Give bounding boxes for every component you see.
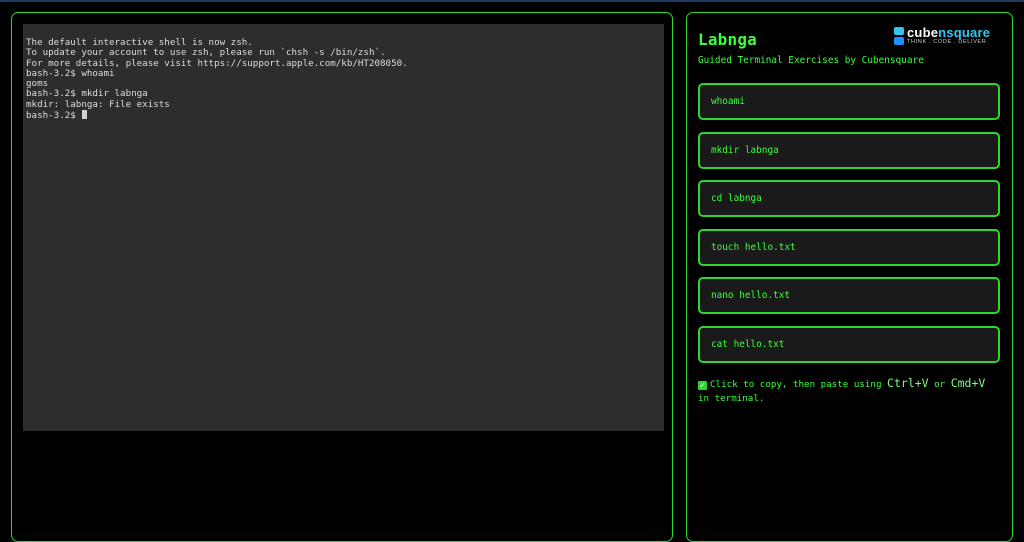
command-button-touch[interactable]: touch hello.txt — [698, 228, 1000, 266]
shortcut-cmd-v: Cmd+V — [950, 376, 986, 390]
window-top-border — [0, 0, 1024, 2]
terminal-prompt-line: bash-3.2$ — [26, 110, 664, 122]
shortcut-ctrl-v: Ctrl+V — [887, 376, 929, 390]
terminal-cursor — [82, 110, 88, 120]
copy-hint: ✓ Click to copy, then paste using Ctrl+V … — [698, 376, 986, 404]
command-button-cd[interactable]: cd labnga — [698, 180, 1000, 217]
cubensquare-logo: cubensquare THINK . CODE . DELIVER — [894, 25, 1000, 47]
terminal[interactable]: The default interactive shell is now zsh… — [23, 24, 664, 431]
logo-name: cubensquare — [907, 25, 991, 41]
logo-tagline: THINK . CODE . DELIVER — [907, 39, 987, 46]
command-button-whoami[interactable]: whoami — [698, 83, 1000, 120]
terminal-panel: The default interactive shell is now zsh… — [11, 12, 673, 542]
checkmark-icon: ✓ — [698, 381, 707, 390]
command-button-cat[interactable]: cat hello.txt — [698, 325, 1000, 363]
page-title: Labnga — [698, 30, 757, 49]
command-button-mkdir[interactable]: mkdir labnga — [698, 131, 1000, 169]
terminal-line: mkdir: labnga: File exists — [26, 98, 170, 110]
terminal-line: For more details, please visit https://s… — [26, 57, 408, 69]
page-subtitle: Guided Terminal Exercises by Cubensquare — [698, 55, 924, 66]
terminal-prompt: bash-3.2$ — [26, 110, 82, 122]
exercise-panel: Labnga Guided Terminal Exercises by Cube… — [686, 12, 1013, 542]
terminal-line: bash-3.2$ whoami — [26, 67, 115, 79]
command-list: whoami mkdir labnga cd labnga touch hell… — [698, 83, 1000, 374]
command-button-nano[interactable]: nano hello.txt — [698, 277, 1000, 314]
cube-logo-icon — [894, 27, 904, 45]
